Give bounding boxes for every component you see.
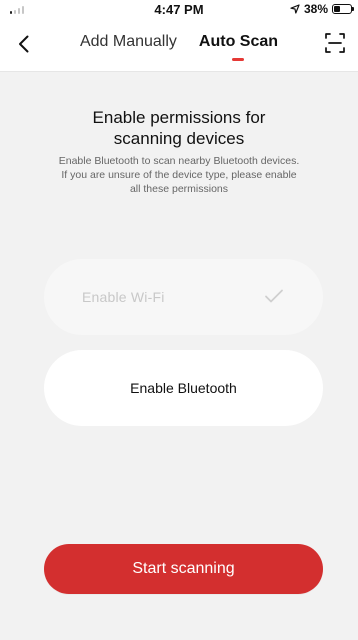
scan-frame-icon: [325, 33, 345, 53]
page-subtitle: Enable Bluetooth to scan nearby Bluetoot…: [16, 154, 342, 197]
page-title: Enable permissions for scanning devices: [0, 107, 358, 150]
location-arrow-icon: [290, 4, 300, 14]
scan-button[interactable]: [324, 32, 346, 54]
subtitle-line-3: all these permissions: [129, 183, 229, 196]
enable-bluetooth-label: Enable Bluetooth: [130, 380, 237, 396]
tab-auto-scan[interactable]: Auto Scan: [197, 33, 280, 51]
battery-fill: [334, 6, 340, 12]
enable-wifi-label: Enable Wi-Fi: [82, 289, 165, 305]
start-scanning-button[interactable]: Start scanning: [44, 544, 323, 594]
enable-bluetooth-button[interactable]: Enable Bluetooth: [44, 350, 323, 426]
top-nav: Add Manually Auto Scan: [0, 20, 358, 72]
tab-bar: Add Manually Auto Scan: [0, 33, 358, 51]
battery-percent: 38%: [303, 2, 328, 16]
tab-add-manually[interactable]: Add Manually: [78, 33, 179, 51]
battery-icon: [332, 4, 354, 14]
subtitle-line-2: If you are unsure of the device type, pl…: [61, 169, 297, 182]
enable-wifi-button[interactable]: Enable Wi-Fi: [44, 259, 323, 335]
main-content: Enable permissions for scanning devices …: [0, 72, 358, 640]
app-screen: 4:47 PM 38% Add Manually Auto Scan Enabl…: [0, 0, 358, 640]
status-bar: 4:47 PM 38%: [0, 0, 358, 20]
subtitle-line-1: Enable Bluetooth to scan nearby Bluetoot…: [58, 155, 300, 167]
status-right: 38%: [290, 2, 354, 16]
check-icon: [265, 289, 283, 303]
page-title-line-1: Enable permissions for: [92, 108, 266, 127]
page-title-line-2: scanning devices: [113, 129, 245, 149]
